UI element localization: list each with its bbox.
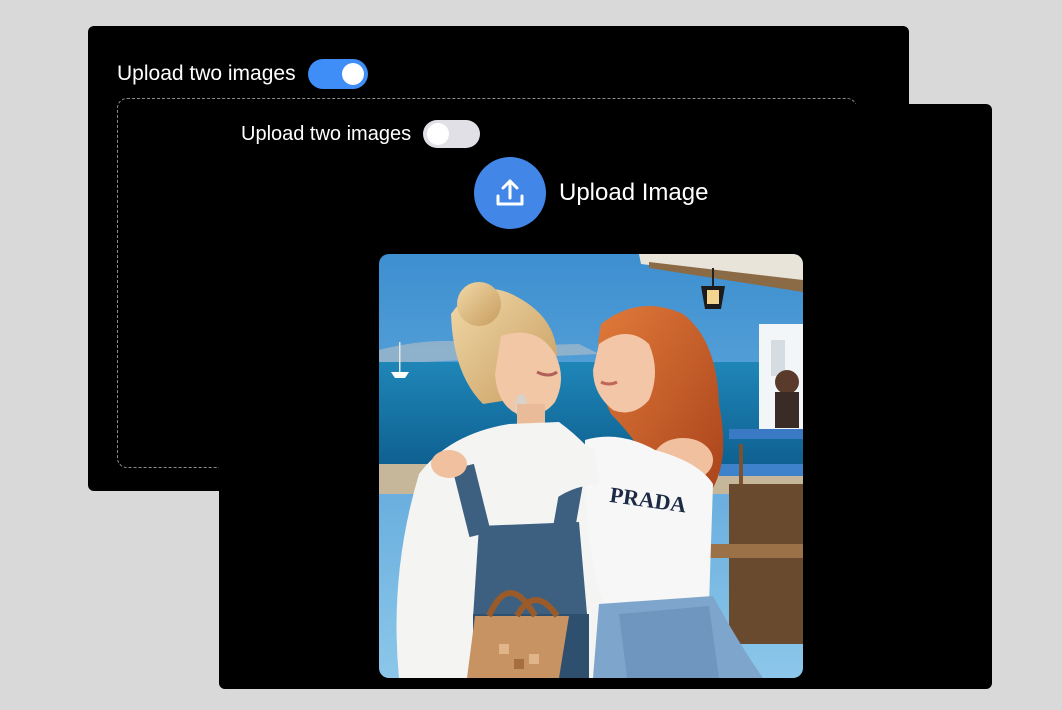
toggle-knob <box>427 123 450 145</box>
front-panel: Upload two images Upload Image PRADA <box>219 104 992 689</box>
two-images-toggle[interactable] <box>423 120 481 148</box>
two-images-toggle[interactable] <box>307 59 368 89</box>
upload-button-circle[interactable] <box>474 157 546 229</box>
two-images-toggle-row: Upload two images <box>117 59 368 89</box>
upload-image-label: Upload Image <box>559 179 709 206</box>
two-images-toggle-label: Upload two images <box>117 62 296 85</box>
two-images-toggle-row: Upload two images <box>241 120 481 148</box>
upload-image-button[interactable]: Upload Image <box>474 157 708 229</box>
uploaded-photo: PRADA <box>379 254 803 678</box>
toggle-knob <box>341 63 364 85</box>
upload-icon <box>496 179 524 206</box>
two-images-toggle-label: Upload two images <box>241 123 412 145</box>
